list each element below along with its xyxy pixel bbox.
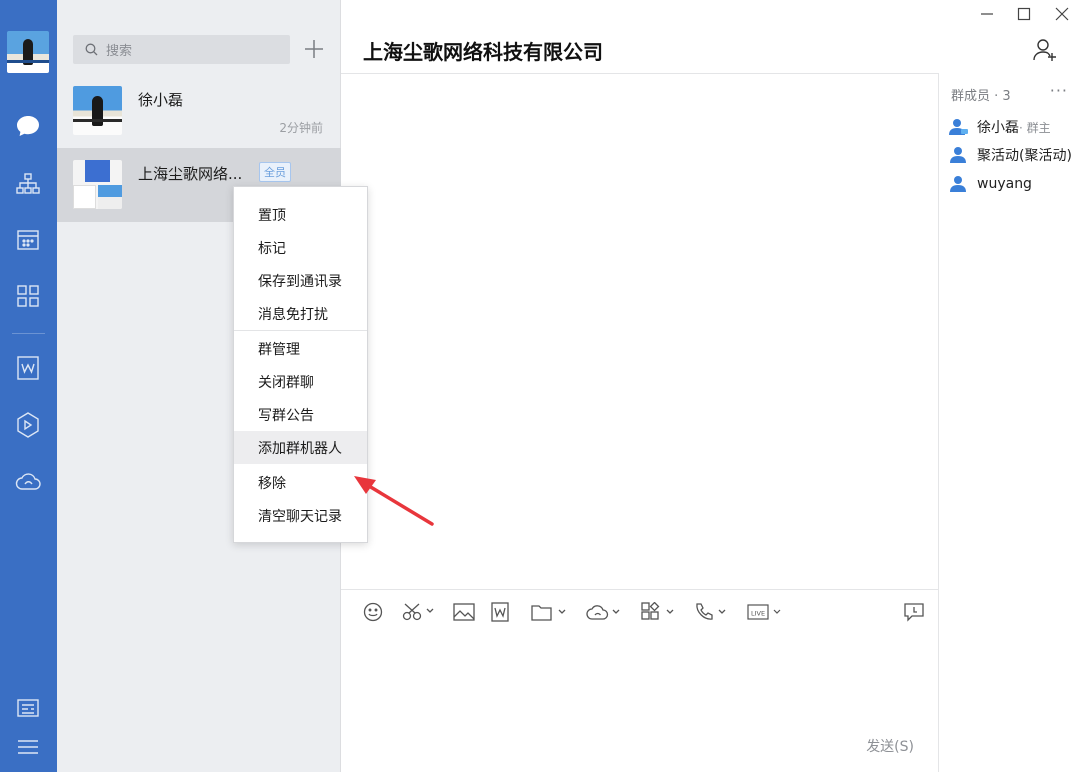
member-panel: 群成员 · 3 ··· 徐小磊 · 群主 聚活动(聚活动) wuyang — [938, 73, 1080, 772]
cube-icon[interactable] — [14, 411, 42, 439]
avatar — [73, 86, 122, 135]
add-icon[interactable] — [300, 34, 328, 64]
all-staff-badge: 全员 — [259, 162, 291, 182]
member-name: 徐小磊 — [977, 120, 1019, 136]
toolbar-divider — [341, 589, 938, 590]
maximize-icon[interactable] — [1012, 4, 1036, 24]
menu-item-mute[interactable]: 消息免打扰 — [234, 297, 367, 330]
chat-panel: 上海尘歌网络科技有限公司 LIVE 发送(S) — [341, 0, 1056, 772]
close-icon[interactable] — [1050, 4, 1074, 24]
search-input[interactable]: 搜索 — [73, 35, 290, 64]
group-avatar — [73, 160, 122, 209]
search-placeholder: 搜索 — [106, 44, 133, 59]
member-item[interactable]: 聚活动(聚活动) — [949, 145, 1072, 165]
apps-icon[interactable] — [641, 600, 677, 624]
member-role: · 群主 — [1019, 120, 1051, 135]
menu-item-save-contacts[interactable]: 保存到通讯录 — [234, 264, 367, 297]
user-icon — [950, 176, 966, 192]
my-avatar[interactable] — [7, 31, 49, 73]
minimize-icon[interactable] — [975, 4, 999, 24]
member-name: wuyang — [977, 176, 1032, 192]
session-item[interactable]: 徐小磊 2分钟前 — [57, 74, 341, 148]
phone-icon[interactable] — [694, 600, 728, 624]
member-item[interactable]: 徐小磊 · 群主 — [949, 117, 1051, 137]
folder-icon[interactable] — [531, 600, 567, 624]
grid-apps-icon[interactable] — [14, 282, 42, 310]
session-name: 上海尘歌网络... — [138, 165, 243, 183]
member-name: 聚活动(聚活动) — [977, 148, 1072, 164]
calendar-icon[interactable] — [14, 226, 42, 254]
live-icon[interactable]: LIVE — [747, 600, 783, 624]
session-name: 徐小磊 — [138, 91, 184, 109]
menu-separator — [234, 330, 367, 331]
menu-item-group-manage[interactable]: 群管理 — [234, 332, 367, 365]
session-time: 2分钟前 — [279, 121, 323, 135]
history-icon[interactable] — [903, 600, 925, 624]
doc-icon[interactable] — [491, 600, 509, 624]
nav-rail — [0, 0, 57, 772]
chat-bubble-icon[interactable] — [14, 112, 42, 140]
user-icon — [950, 147, 966, 163]
member-count-title: 群成员 · 3 — [951, 89, 1011, 104]
screenshot-icon[interactable] — [402, 600, 434, 624]
svg-text:LIVE: LIVE — [751, 610, 765, 618]
chat-title: 上海尘歌网络科技有限公司 — [363, 40, 603, 64]
cloud-icon[interactable] — [14, 467, 42, 495]
user-admin-icon — [949, 119, 968, 135]
org-chart-icon[interactable] — [14, 170, 42, 198]
hamburger-icon[interactable] — [14, 733, 42, 761]
emoji-icon[interactable] — [363, 600, 383, 624]
send-button[interactable]: 发送(S) — [866, 736, 914, 756]
menu-item-pin[interactable]: 置顶 — [234, 198, 367, 231]
search-icon — [85, 43, 98, 56]
menu-item-add-bot[interactable]: 添加群机器人 — [234, 431, 367, 464]
menu-item-announcement[interactable]: 写群公告 — [234, 398, 367, 431]
cloud-share-icon[interactable] — [586, 600, 622, 624]
add-member-icon[interactable] — [1033, 37, 1061, 65]
more-options-icon[interactable]: ··· — [1050, 81, 1068, 100]
image-icon[interactable] — [453, 600, 475, 624]
member-item[interactable]: wuyang — [949, 174, 1032, 194]
rail-divider — [12, 333, 45, 334]
menu-item-close-group[interactable]: 关闭群聊 — [234, 365, 367, 398]
notes-icon[interactable] — [14, 694, 42, 722]
doc-w-icon[interactable] — [14, 354, 42, 382]
header-divider — [341, 73, 938, 74]
menu-item-mark[interactable]: 标记 — [234, 231, 367, 264]
annotation-arrow — [354, 476, 434, 526]
